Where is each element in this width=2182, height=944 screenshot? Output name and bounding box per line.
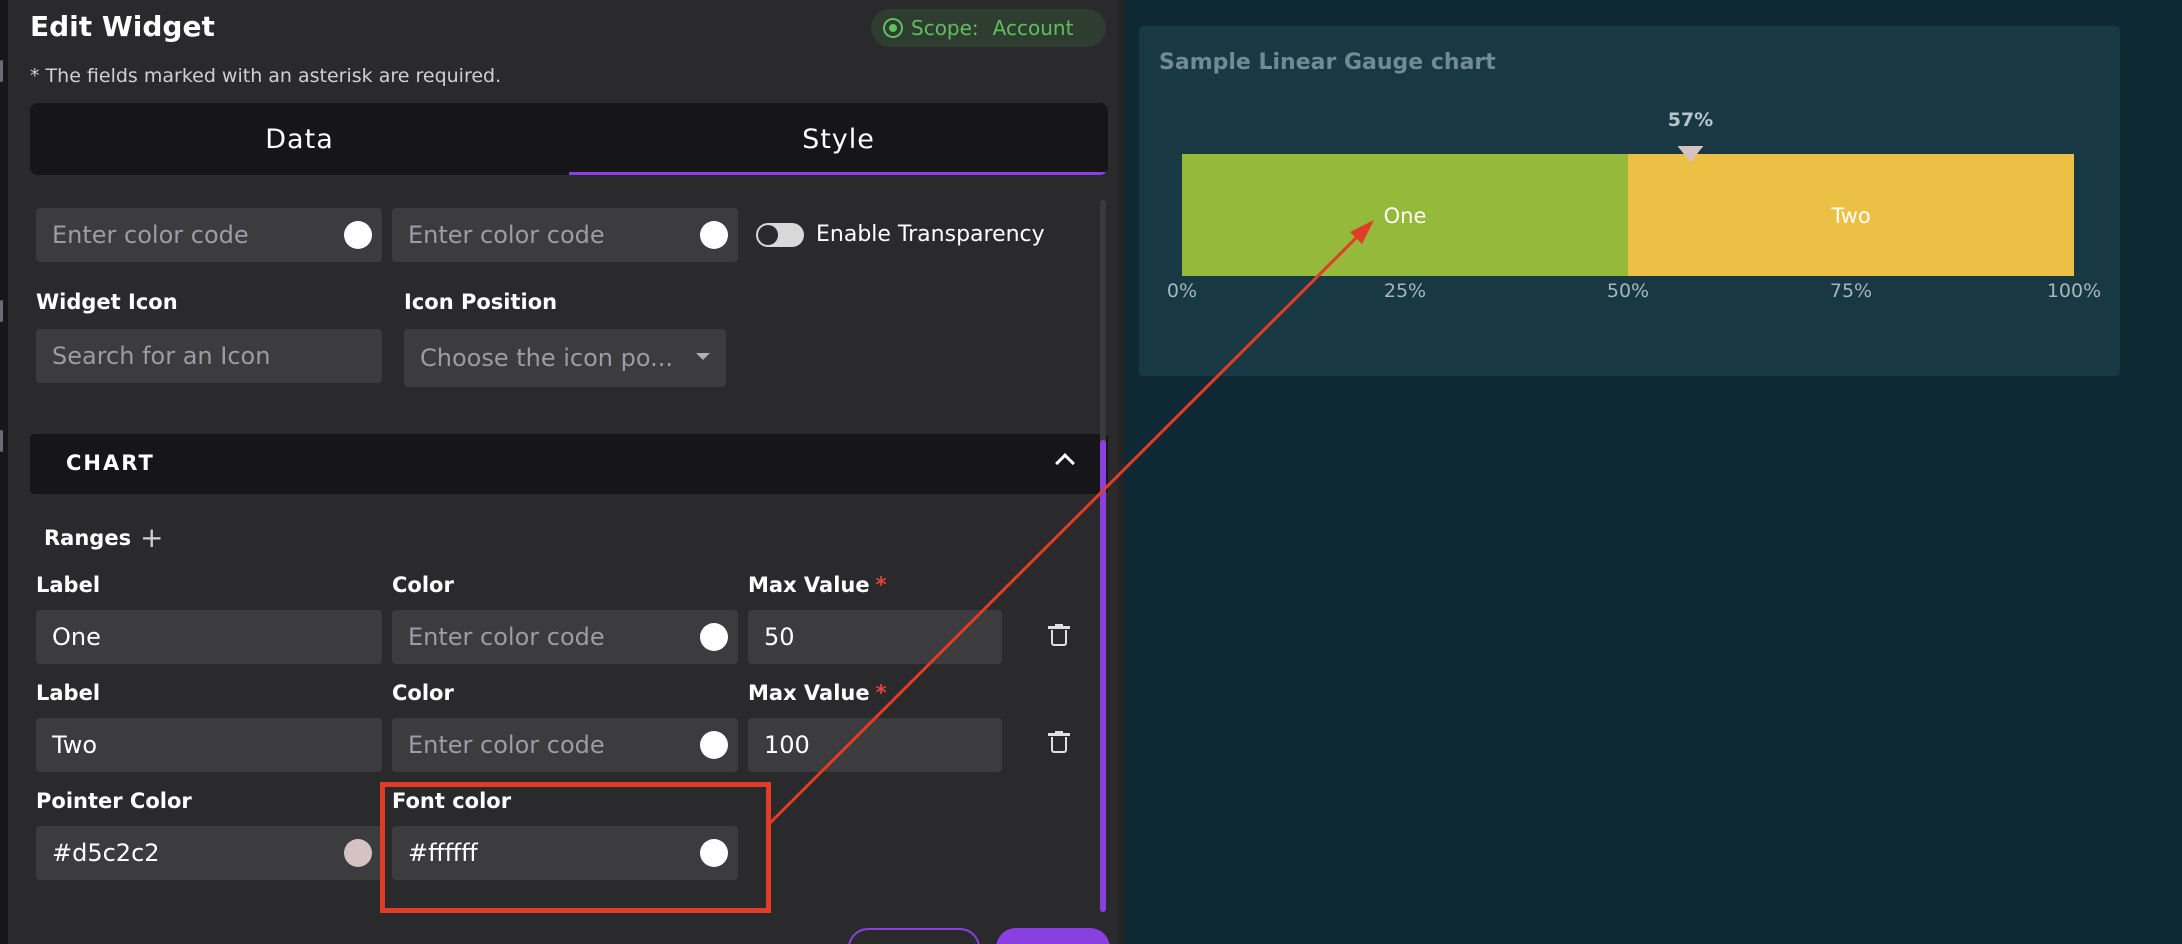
page-title: Edit Widget: [30, 10, 215, 43]
tab-data[interactable]: Data: [30, 103, 569, 175]
range-max-caption: Max Value *: [748, 573, 887, 597]
delete-range-trash-icon[interactable]: [1048, 624, 1070, 646]
range-color-swatch[interactable]: [700, 623, 728, 651]
pointer-color-input[interactable]: #d5c2c2: [36, 826, 382, 880]
range-label-value: Two: [52, 731, 97, 759]
required-asterisk: *: [875, 681, 887, 705]
range-label-caption: Label: [36, 681, 101, 705]
required-asterisk: *: [875, 573, 887, 597]
range-max-caption-text: Max Value: [748, 681, 870, 705]
add-range-plus-icon[interactable]: +: [140, 524, 163, 552]
left-edge-strip: [0, 0, 8, 944]
icon-position-placeholder: Choose the icon po...: [420, 344, 674, 372]
range-label-value: One: [52, 623, 101, 651]
widget-icon-search-input[interactable]: Search for an Icon: [36, 329, 382, 383]
range-color-swatch[interactable]: [700, 731, 728, 759]
range-max-caption: Max Value *: [748, 681, 887, 705]
gauge-segment-label: Two: [1830, 204, 1870, 228]
icon-position-label: Icon Position: [404, 290, 558, 314]
gauge-tick-label: 75%: [1830, 280, 1872, 302]
scope-value: Account: [992, 16, 1074, 40]
range-max-value-input[interactable]: 100: [748, 718, 1002, 772]
scope-label: Scope:: [911, 16, 979, 40]
range-max-value-input[interactable]: 50: [748, 610, 1002, 664]
widget-icon-label: Widget Icon: [36, 290, 178, 314]
cancel-button[interactable]: [848, 928, 980, 944]
pointer-color-value: #d5c2c2: [52, 839, 160, 867]
chart-section-header[interactable]: CHART: [30, 434, 1108, 494]
background-color-placeholder: Enter color code: [52, 221, 249, 249]
text-color-placeholder: Enter color code: [408, 221, 605, 249]
scope-icon: [883, 18, 903, 38]
range-color-input[interactable]: Enter color code: [392, 718, 738, 772]
transparency-label: Enable Transparency: [816, 222, 1045, 247]
gauge-segment-label: One: [1384, 204, 1427, 228]
range-color-input[interactable]: Enter color code: [392, 610, 738, 664]
transparency-toggle[interactable]: [756, 223, 804, 247]
range-max-caption-text: Max Value: [748, 573, 870, 597]
range-max-value: 50: [764, 623, 795, 651]
widget-icon-placeholder: Search for an Icon: [52, 342, 271, 370]
range-color-placeholder: Enter color code: [408, 623, 605, 651]
range-max-value: 100: [764, 731, 810, 759]
font-color-highlight-box: [380, 782, 771, 913]
range-label-caption: Label: [36, 573, 101, 597]
toggle-knob: [758, 225, 778, 245]
ranges-label: Ranges: [44, 526, 132, 550]
caret-down-icon: [696, 353, 710, 360]
pointer-color-label: Pointer Color: [36, 789, 192, 813]
gauge-card: Sample Linear Gauge chart One Two 0% 25% 50%…: [1139, 26, 2120, 376]
background-color-input[interactable]: Enter color code: [36, 208, 382, 262]
gauge-tick-label: 50%: [1607, 280, 1649, 302]
editor-tabs: Data Style: [30, 103, 1108, 175]
linear-gauge-chart: One Two 0% 25% 50% 75% 100% 57%: [1167, 109, 2101, 302]
edit-widget-panel: Edit Widget Scope: Account * The fields …: [8, 0, 1118, 944]
background-color-swatch[interactable]: [344, 221, 372, 249]
text-color-swatch[interactable]: [700, 221, 728, 249]
range-color-caption: Color: [392, 681, 454, 705]
gauge-tick-label: 25%: [1384, 280, 1426, 302]
gauge-pointer-label: 57%: [1668, 109, 1713, 131]
icon-position-select[interactable]: Choose the icon po...: [404, 329, 726, 387]
text-color-input[interactable]: Enter color code: [392, 208, 738, 262]
save-button[interactable]: [996, 928, 1110, 944]
range-color-placeholder: Enter color code: [408, 731, 605, 759]
range-color-caption: Color: [392, 573, 454, 597]
pointer-color-swatch[interactable]: [344, 839, 372, 867]
edge-marker: [0, 60, 3, 82]
scope-badge: Scope: Account: [871, 9, 1106, 47]
chart-section-title: CHART: [66, 451, 155, 475]
scrollbar-thumb[interactable]: [1100, 440, 1106, 912]
required-note: * The fields marked with an asterisk are…: [30, 65, 502, 87]
gauge-tick-label: 0%: [1167, 280, 1197, 302]
range-label-input[interactable]: Two: [36, 718, 382, 772]
gauge-tick-label: 100%: [2047, 280, 2101, 302]
chevron-up-icon: [1055, 453, 1075, 473]
edge-marker: [0, 430, 3, 452]
edge-marker: [0, 300, 3, 322]
range-label-input[interactable]: One: [36, 610, 382, 664]
tab-style[interactable]: Style: [569, 103, 1108, 175]
delete-range-trash-icon[interactable]: [1048, 731, 1070, 753]
